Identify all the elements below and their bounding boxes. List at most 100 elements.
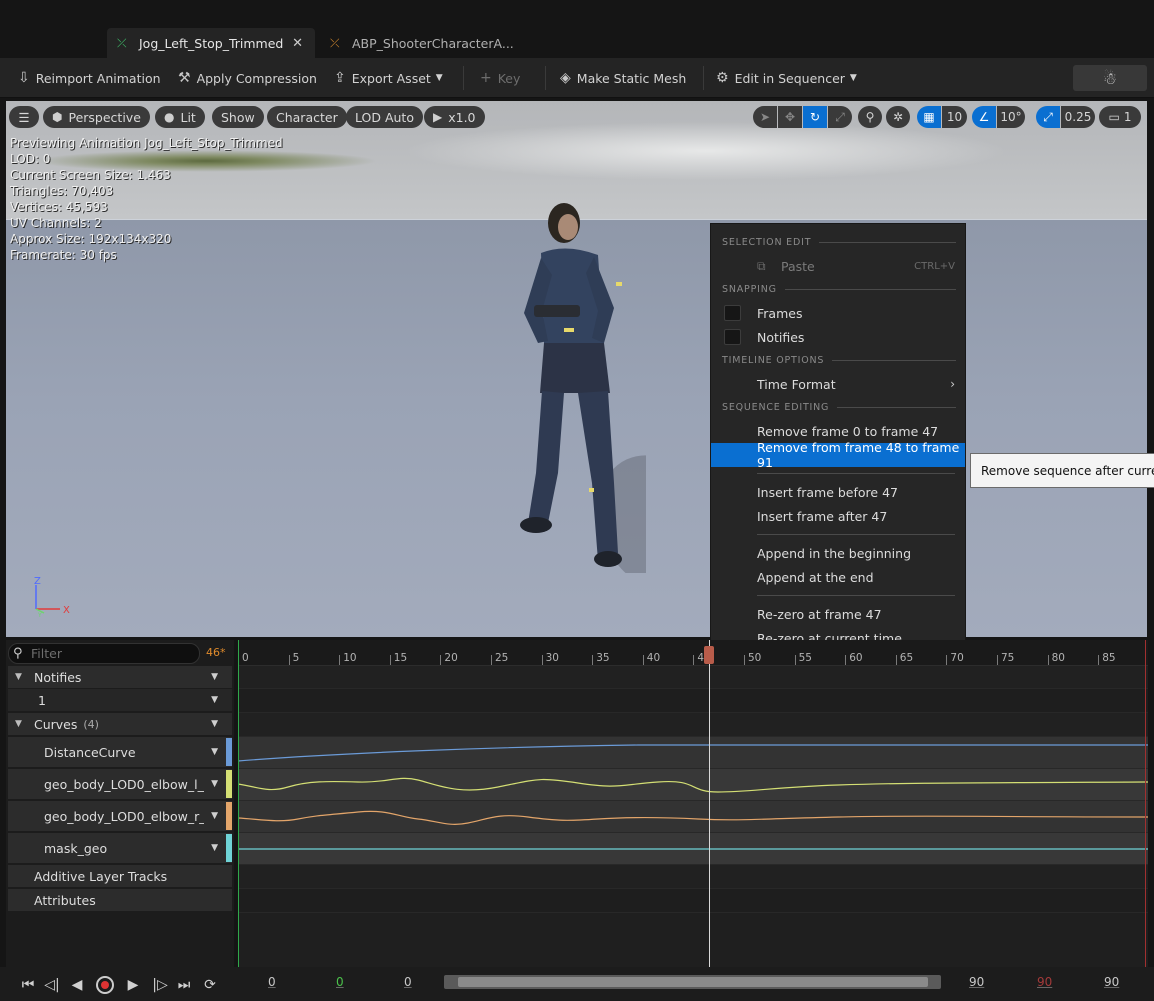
- grid-snap-icon[interactable]: ▦: [917, 106, 941, 128]
- speed-label: x1.0: [448, 109, 476, 125]
- ruler-tick: [794, 655, 796, 665]
- show-button[interactable]: Show: [212, 106, 264, 128]
- notifies-track-header[interactable]: ▼ Notifies ▼: [8, 666, 232, 688]
- export-asset-button[interactable]: ⇪ Export Asset ▼: [334, 66, 443, 90]
- curve-track-elbow-l[interactable]: geo_body_LOD0_elbow_l_M ▼: [8, 769, 232, 799]
- timeline-area[interactable]: 0510152025303540455055606570758085: [238, 640, 1148, 967]
- play-reverse-icon[interactable]: ◀: [67, 975, 87, 995]
- curve-track-mask-geo[interactable]: mask_geo ▼: [8, 833, 232, 863]
- chevron-down-icon[interactable]: ▼: [211, 695, 218, 705]
- edit-in-sequencer-button[interactable]: ⚙ Edit in Sequencer ▼: [716, 66, 857, 90]
- loop-icon[interactable]: ⟳: [200, 975, 220, 995]
- lod-label: LOD Auto: [355, 109, 414, 125]
- scale-snap-value[interactable]: 0.25: [1061, 106, 1095, 128]
- tab-jog-left-stop[interactable]: ⤫ Jog_Left_Stop_Trimmed ✕: [107, 28, 315, 58]
- curves-track-header[interactable]: ▼ Curves (4) ▼: [8, 713, 232, 735]
- filter-box[interactable]: ⚲: [8, 643, 200, 664]
- scale-icon[interactable]: ⤢: [828, 106, 852, 128]
- attributes-header[interactable]: Attributes: [8, 889, 232, 911]
- stat-previewing: Previewing Animation Jog_Left_Stop_Trimm…: [10, 136, 283, 150]
- scrollbar-thumb[interactable]: [458, 977, 928, 987]
- grid-snap-value[interactable]: 10: [942, 106, 967, 128]
- reimport-animation-button[interactable]: ⇩ Reimport Animation: [18, 66, 161, 90]
- curve-lines: [238, 744, 1148, 850]
- append-beginning-item[interactable]: Append in the beginning: [711, 541, 965, 565]
- ruler-tick-label: 5: [292, 652, 300, 664]
- key-button[interactable]: + Key: [480, 66, 520, 90]
- curve-track-elbow-r[interactable]: geo_body_LOD0_elbow_r_M ▼: [8, 801, 232, 831]
- playback-end-field[interactable]: 90: [969, 975, 984, 989]
- tab-abp-shooter[interactable]: ⤫ ABP_ShooterCharacterA...: [320, 28, 520, 58]
- timeline-scrollbar[interactable]: [444, 975, 941, 989]
- chevron-down-icon[interactable]: ▼: [211, 719, 218, 729]
- playback-speed-button[interactable]: ▶ x1.0: [424, 106, 485, 128]
- playback-start-field[interactable]: 0: [404, 975, 412, 989]
- camera-speed-button[interactable]: ▭ 1: [1099, 106, 1141, 128]
- record-button[interactable]: [95, 975, 115, 995]
- lit-button[interactable]: ● Lit: [155, 106, 205, 128]
- skeleton-mode-button[interactable]: ☃: [1073, 65, 1147, 91]
- notify-track-1[interactable]: 1 ▼: [8, 689, 232, 711]
- insert-frame-before-item[interactable]: Insert frame before 47: [711, 480, 965, 504]
- timeline-ruler[interactable]: 0510152025303540455055606570758085: [238, 640, 1148, 666]
- skip-to-end-icon[interactable]: ⏭: [174, 975, 194, 995]
- viewport-menu-button[interactable]: ☰: [9, 106, 39, 128]
- ruler-tick-label: 0: [242, 652, 249, 664]
- preview-viewport[interactable]: ☰ ⬢ Perspective ● Lit Show Character LOD…: [6, 101, 1147, 637]
- view-start-field[interactable]: 0: [268, 975, 276, 989]
- curve-track-distance[interactable]: DistanceCurve ▼: [8, 737, 232, 767]
- playhead-line[interactable]: [709, 640, 710, 967]
- chevron-down-icon[interactable]: ▼: [211, 747, 218, 757]
- remove-frames-after-item[interactable]: Remove from frame 48 to frame 91: [711, 440, 965, 470]
- snap-frames-checkbox[interactable]: [724, 305, 741, 321]
- local-space-icon[interactable]: ⚲: [858, 106, 882, 128]
- chevron-down-icon[interactable]: ▼: [211, 779, 218, 789]
- rotation-snap-value[interactable]: 10°: [997, 106, 1025, 128]
- rotate-icon[interactable]: ↻: [803, 106, 827, 128]
- range-start-marker[interactable]: [238, 640, 239, 967]
- collapse-triangle-icon[interactable]: ▼: [15, 672, 22, 682]
- view-end-field[interactable]: 90: [1104, 975, 1119, 989]
- time-format-menu-item[interactable]: Time Format ›: [711, 372, 965, 396]
- scale-snap-icon[interactable]: ⤢: [1036, 106, 1060, 128]
- translate-icon[interactable]: ✥: [778, 106, 802, 128]
- surface-snap-icon[interactable]: ✲: [886, 106, 910, 128]
- chevron-down-icon[interactable]: ▼: [211, 811, 218, 821]
- notify-track-label: 1: [38, 692, 46, 708]
- rezero-frame-item[interactable]: Re-zero at frame 47: [711, 602, 965, 626]
- range-end-marker[interactable]: [1145, 640, 1146, 967]
- snap-notifies-label: Notifies: [757, 329, 805, 345]
- apply-compression-button[interactable]: ⚒ Apply Compression: [178, 66, 317, 90]
- lod-button[interactable]: LOD Auto: [346, 106, 423, 128]
- filter-input[interactable]: [31, 645, 191, 662]
- chevron-down-icon[interactable]: ▼: [211, 672, 218, 682]
- step-back-icon[interactable]: ◁|: [42, 975, 62, 995]
- curves-count: (4): [83, 717, 99, 731]
- collapse-triangle-icon[interactable]: ▼: [15, 719, 22, 729]
- paste-menu-item[interactable]: ⧉ Paste CTRL+V: [711, 254, 965, 278]
- step-forward-icon[interactable]: |▷: [150, 975, 170, 995]
- character-button[interactable]: Character: [267, 106, 347, 128]
- skip-to-start-icon[interactable]: ⏮: [18, 975, 38, 995]
- viewport-stats: Previewing Animation Jog_Left_Stop_Trimm…: [10, 135, 283, 263]
- append-end-item[interactable]: Append at the end: [711, 565, 965, 589]
- snap-notifies-item[interactable]: Notifies: [711, 325, 965, 349]
- playhead-handle[interactable]: [704, 646, 714, 664]
- working-end-field[interactable]: 90: [1037, 975, 1052, 989]
- animation-blueprint-icon: ⤫: [330, 35, 340, 50]
- chevron-down-icon[interactable]: ▼: [211, 843, 218, 853]
- snap-frames-item[interactable]: Frames: [711, 301, 965, 325]
- notify-track-row[interactable]: [238, 689, 1148, 713]
- rotation-snap-icon[interactable]: ∠: [972, 106, 996, 128]
- insert-frame-after-item[interactable]: Insert frame after 47: [711, 504, 965, 528]
- additive-layer-tracks-header[interactable]: Additive Layer Tracks: [8, 865, 232, 887]
- perspective-button[interactable]: ⬢ Perspective: [43, 106, 150, 128]
- play-icon[interactable]: ▶: [123, 975, 143, 995]
- close-icon[interactable]: ✕: [292, 36, 303, 51]
- snap-notifies-checkbox[interactable]: [724, 329, 741, 345]
- curve-color-swatch: [226, 802, 232, 830]
- make-static-mesh-button[interactable]: ◈ Make Static Mesh: [560, 66, 686, 90]
- ruler-tick: [997, 655, 998, 665]
- select-mode-icon[interactable]: ➤: [753, 106, 777, 128]
- working-start-field[interactable]: 0: [336, 975, 344, 989]
